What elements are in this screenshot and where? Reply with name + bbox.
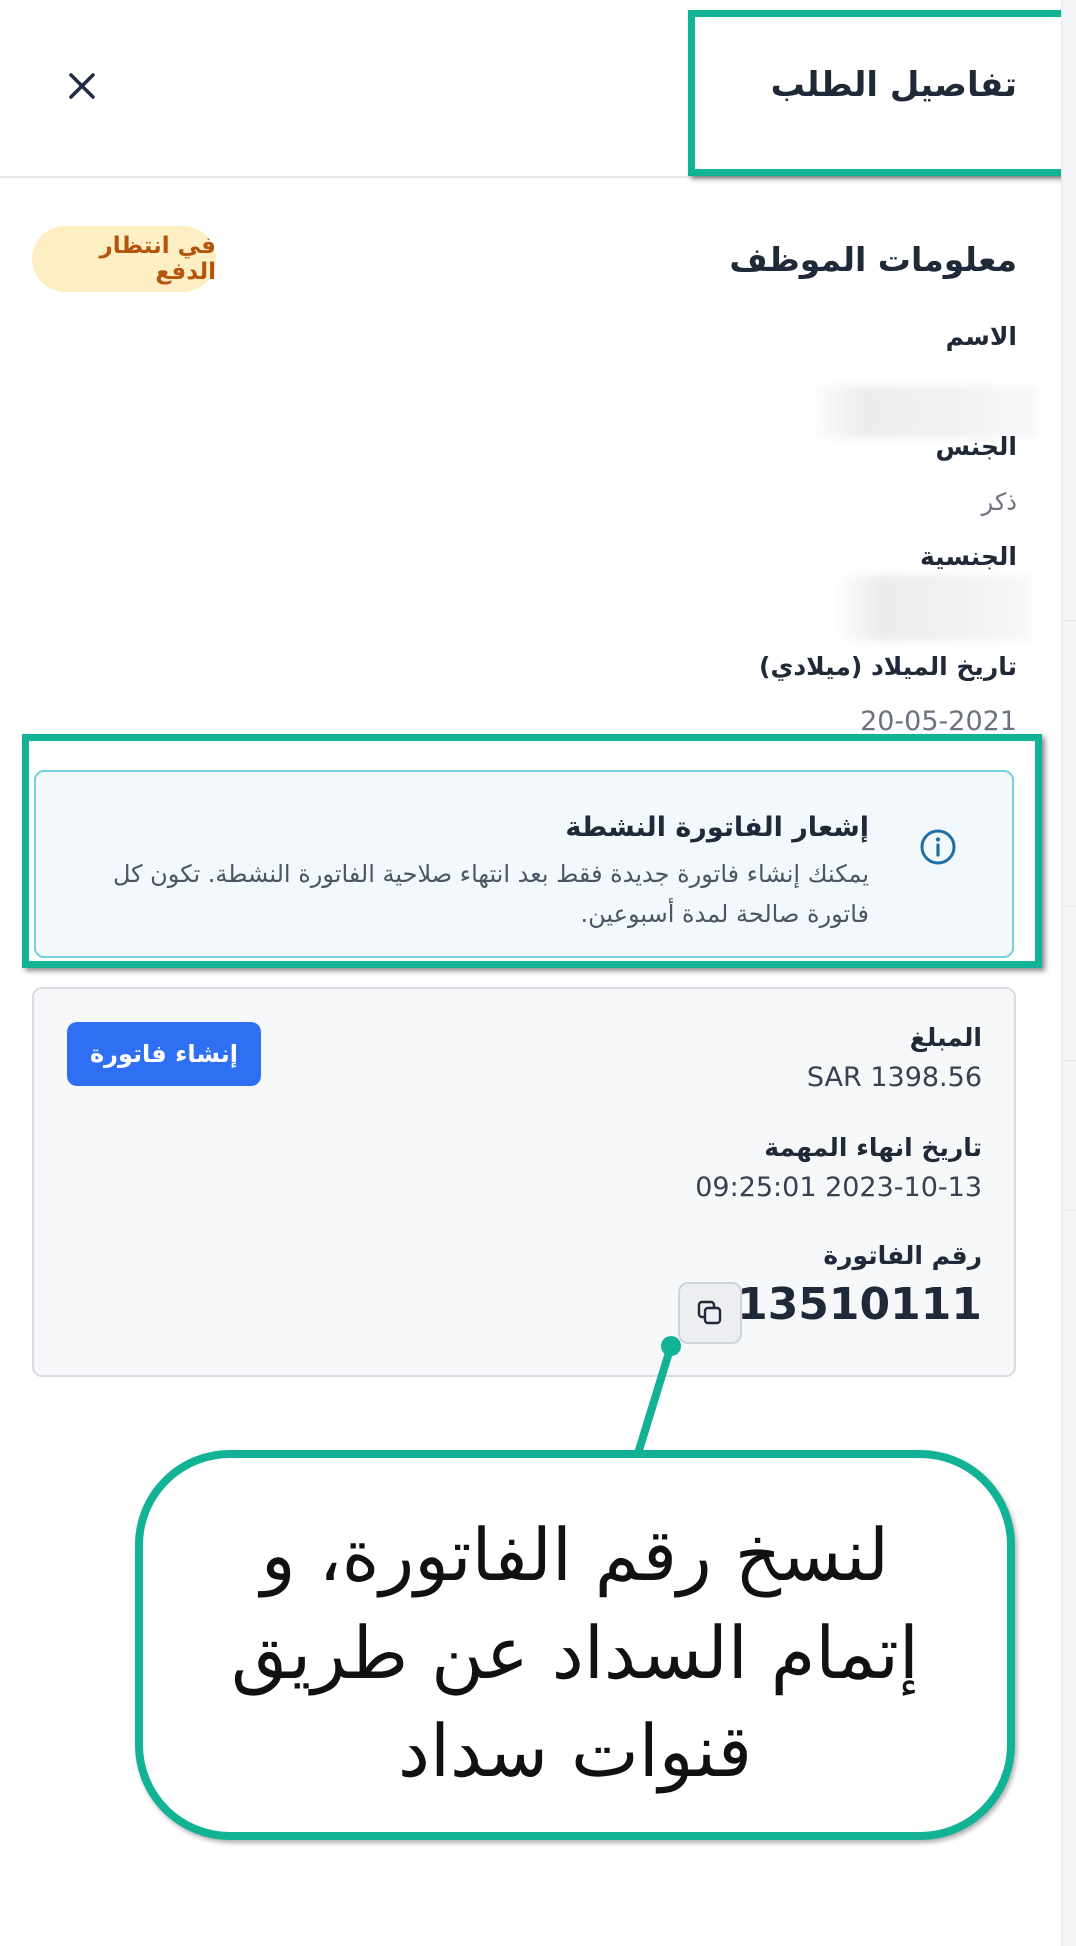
strip-divider — [1064, 1210, 1076, 1211]
strip-divider — [1064, 906, 1076, 907]
instruction-callout: لنسخ رقم الفاتورة، و إتمام السداد عن طري… — [135, 1450, 1015, 1840]
title-highlight-box — [688, 10, 1074, 176]
callout-text: لنسخ رقم الفاتورة، و إتمام السداد عن طري… — [203, 1506, 947, 1800]
strip-divider — [1064, 1060, 1076, 1061]
strip-divider — [1064, 620, 1076, 621]
callout-line-1: لنسخ رقم الفاتورة، و — [260, 1513, 890, 1597]
order-details-panel: تفاصيل الطلب معلومات الموظف في انتظار ال… — [0, 0, 1062, 1946]
callout-line-2: إتمام السداد عن طريق — [231, 1611, 919, 1695]
background-page-strip — [1061, 0, 1076, 1946]
callout-line-3: قنوات سداد — [397, 1709, 753, 1793]
